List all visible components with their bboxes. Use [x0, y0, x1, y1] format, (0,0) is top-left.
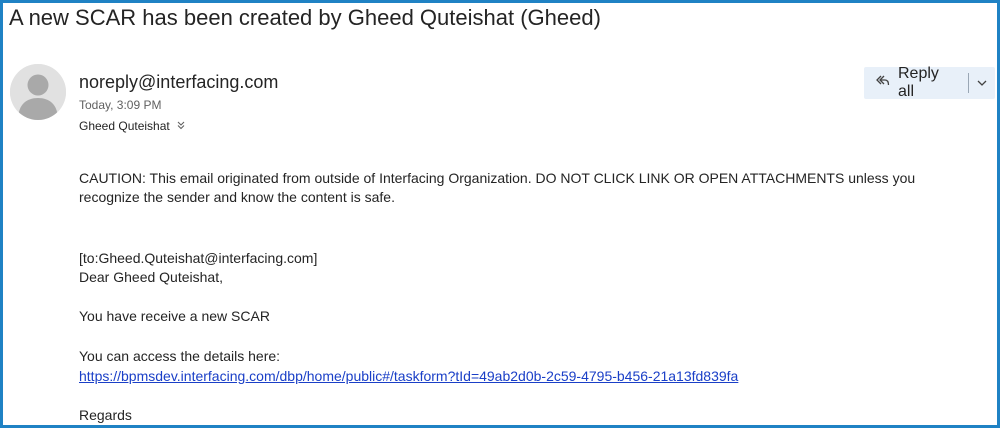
to-line: [to:Gheed.Quteishat@interfacing.com] [79, 250, 318, 266]
chevron-double-down-icon[interactable] [176, 120, 186, 133]
sent-time: Today, 3:09 PM [79, 98, 162, 112]
person-avatar-icon [10, 64, 66, 120]
body-line-scar: You have receive a new SCAR [79, 308, 270, 324]
sender-address[interactable]: noreply@interfacing.com [79, 72, 278, 93]
body-line-access: You can access the details here: [79, 348, 281, 364]
caution-banner-text: CAUTION: This email originated from outs… [79, 170, 916, 205]
greeting: Dear Gheed Quteishat, [79, 269, 223, 285]
sender-avatar[interactable] [10, 64, 66, 120]
reply-more-options-button[interactable] [969, 67, 995, 99]
recipient-line[interactable]: Gheed Quteishat [79, 119, 186, 133]
chevron-down-icon [977, 80, 987, 86]
recipient-name: Gheed Quteishat [79, 119, 170, 133]
task-form-link[interactable]: https://bpmsdev.interfacing.com/dbp/home… [79, 367, 738, 386]
reply-all-button[interactable]: Reply all [864, 65, 958, 100]
email-subject: A new SCAR has been created by Gheed Qut… [9, 5, 601, 30]
closing: Regards [79, 407, 132, 423]
email-reading-pane: A new SCAR has been created by Gheed Qut… [0, 0, 1000, 428]
reply-all-label: Reply all [898, 65, 939, 100]
reply-all-split-button: Reply all [864, 65, 995, 100]
reply-all-icon [874, 73, 890, 94]
